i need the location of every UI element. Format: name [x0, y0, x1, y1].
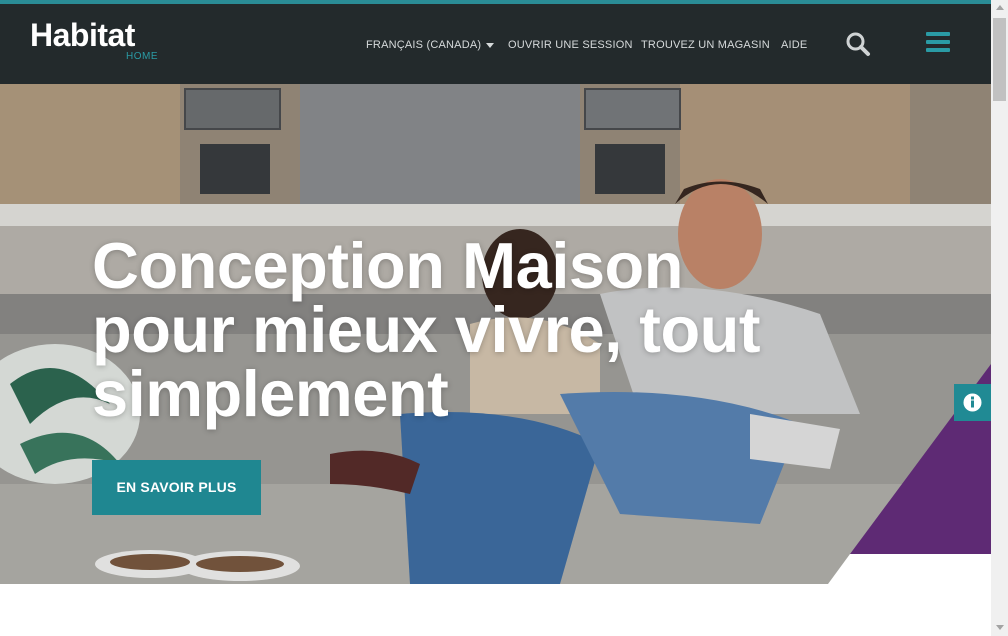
- info-tab[interactable]: [954, 384, 991, 421]
- hero-banner: Conception Maison pour mieux vivre, tout…: [0, 84, 991, 584]
- hero-title-line-2: pour mieux vivre, tout: [92, 293, 761, 366]
- logo-wordmark: Habitat: [30, 17, 135, 53]
- help-link[interactable]: AIDE: [781, 38, 807, 52]
- learn-more-button[interactable]: EN SAVOIR PLUS: [92, 460, 261, 515]
- caret-down-icon: [486, 42, 495, 48]
- site-header: Habitat HOME FRANÇAIS (CANADA) OUVRIR UN…: [0, 4, 991, 84]
- scroll-up-arrow-icon[interactable]: [996, 5, 1004, 10]
- search-icon[interactable]: [845, 31, 871, 57]
- hero-title: Conception Maison pour mieux vivre, tout…: [92, 233, 852, 426]
- login-link[interactable]: OUVRIR UNE SESSION: [508, 38, 633, 52]
- language-selector[interactable]: FRANÇAIS (CANADA): [366, 38, 495, 52]
- logo-subtitle: HOME: [126, 51, 158, 62]
- hero-title-line-3: simplement: [92, 357, 449, 430]
- hero-title-line-1: Conception Maison: [92, 229, 683, 302]
- hamburger-menu-icon[interactable]: [926, 31, 950, 53]
- store-finder-link[interactable]: TROUVEZ UN MAGASIN: [641, 38, 770, 52]
- habitat-home-logo[interactable]: Habitat HOME: [30, 16, 170, 66]
- language-label: FRANÇAIS (CANADA): [366, 39, 482, 51]
- info-icon: [963, 393, 982, 412]
- scroll-down-arrow-icon[interactable]: [996, 625, 1004, 630]
- scrollbar-thumb[interactable]: [993, 18, 1006, 101]
